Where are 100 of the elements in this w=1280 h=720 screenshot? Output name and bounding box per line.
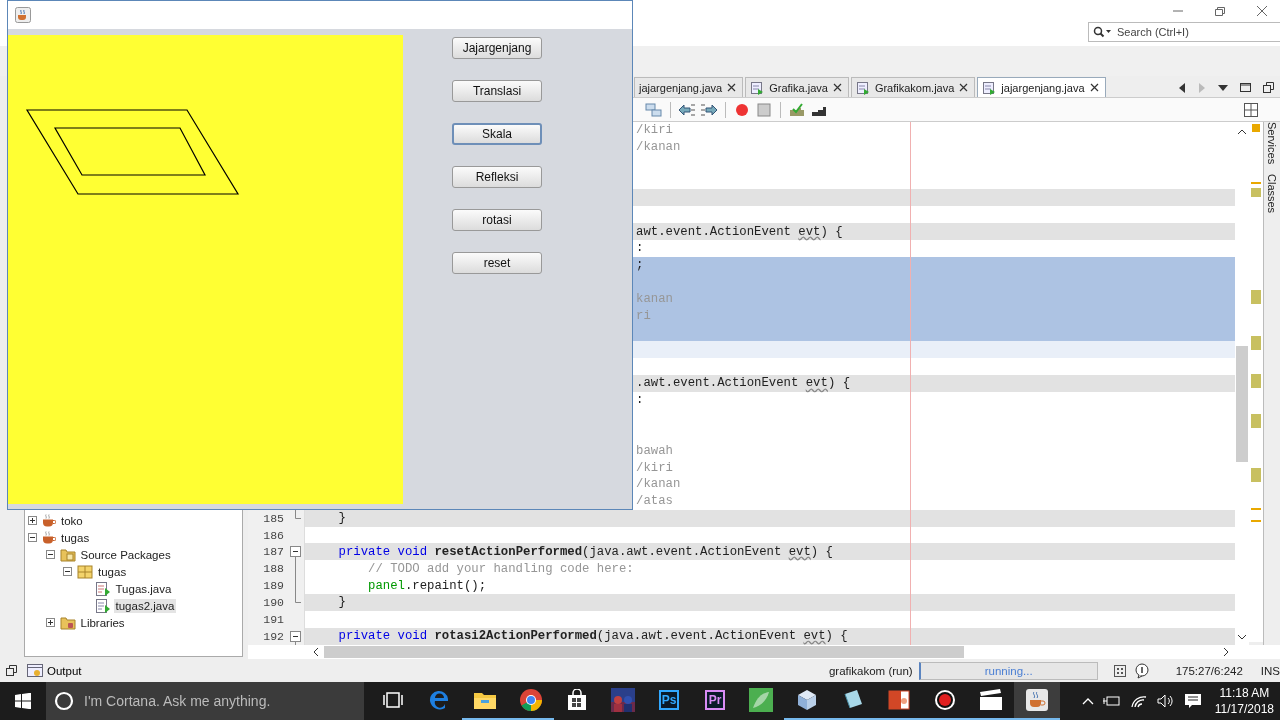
action-button[interactable]: Jajargenjang	[452, 37, 542, 59]
scroll-thumb[interactable]	[1236, 346, 1248, 462]
editor-tab[interactable]: jajargenjang.java	[977, 77, 1106, 97]
close-icon[interactable]	[832, 83, 842, 92]
fold-icon[interactable]	[290, 543, 301, 561]
task-view-icon	[382, 691, 404, 709]
console-icon	[27, 663, 43, 678]
expander-icon[interactable]	[45, 550, 55, 559]
dropdown-icon[interactable]	[1218, 83, 1228, 92]
tree-item[interactable]: tugas	[59, 530, 92, 545]
expander-icon[interactable]	[63, 567, 72, 576]
windows-icon	[15, 693, 31, 709]
clapperboard-icon	[979, 689, 1003, 711]
chevron-up-icon[interactable]	[1081, 697, 1094, 705]
close-icon[interactable]	[959, 83, 969, 92]
side-panel-tab[interactable]: Classes	[1266, 174, 1278, 214]
coffee-cup-icon	[42, 514, 56, 527]
action-button[interactable]: Translasi	[452, 80, 542, 102]
battery-icon[interactable]	[1102, 695, 1121, 707]
tree-item[interactable]: tugas	[96, 564, 129, 579]
scrollbar[interactable]	[248, 645, 1280, 659]
app-tile-icon: Pr	[705, 690, 725, 710]
restore-icon[interactable]	[6, 665, 17, 676]
line-number: 190	[263, 596, 284, 609]
code-line: kanan	[636, 292, 673, 306]
search-field[interactable]: Search (Ctrl+I)	[1088, 22, 1280, 42]
code-line: :	[636, 241, 644, 256]
restore-icon[interactable]	[1263, 82, 1274, 93]
editor-tab[interactable]: Grafikakom.java	[850, 77, 976, 97]
scroll-thumb[interactable]	[324, 646, 964, 658]
folder-icon	[473, 690, 497, 710]
code-line: /kanan	[636, 477, 681, 492]
app-tile-icon: Ps	[659, 690, 679, 710]
status-text: grafikakom (run)	[828, 664, 913, 677]
code-line: // TODO add your handling code here:	[367, 561, 634, 576]
browser-icon	[519, 688, 543, 712]
editor-tab[interactable]: Grafika.java	[745, 77, 849, 97]
expander-icon[interactable]	[45, 618, 55, 627]
volume-icon[interactable]	[1156, 694, 1175, 708]
action-button[interactable]: reset	[452, 252, 542, 274]
tree-item[interactable]: Libraries	[78, 615, 127, 630]
notification-bubble-icon[interactable]	[1133, 662, 1150, 679]
taskbar-button[interactable]: Ps	[646, 682, 692, 720]
action-button[interactable]: rotasi	[452, 209, 542, 231]
close-icon[interactable]	[727, 83, 737, 92]
side-panel-tab[interactable]: Services	[1266, 122, 1278, 165]
line-number: 188	[263, 562, 284, 576]
clock-time: 11:18 AM	[1219, 685, 1270, 701]
wifi-icon[interactable]	[1129, 694, 1148, 708]
code-line: private void rotasi2ActionPerformed(java.awt.event.ActionEvent evt) {	[337, 629, 848, 644]
grid-icon[interactable]	[1113, 664, 1126, 677]
search-icon	[1093, 26, 1111, 38]
package-icon	[77, 564, 93, 579]
java-file-icon	[94, 598, 111, 613]
tree-item[interactable]: Source Packages	[78, 547, 173, 562]
folder-jar-icon	[59, 615, 76, 630]
code-line: ;	[636, 258, 644, 273]
circle-icon	[54, 691, 74, 711]
record-icon	[933, 688, 957, 712]
tree-item[interactable]: Tugas.java	[113, 581, 174, 596]
expander-icon[interactable]	[28, 533, 37, 542]
taskbar-button[interactable]: Pr	[692, 682, 738, 720]
line-number: 185	[263, 511, 284, 525]
folder-icon	[59, 547, 76, 562]
line-number: 189	[263, 579, 284, 593]
action-button[interactable]: Skala	[452, 123, 542, 145]
close-icon[interactable]	[1089, 83, 1099, 92]
caret-position: 175:27/6:242	[1175, 664, 1243, 677]
editor-tab[interactable]: jajargenjang.java	[634, 77, 744, 97]
insert-mode: INS	[1260, 664, 1280, 677]
left-arrow-icon[interactable]	[1178, 82, 1186, 93]
code-line: }	[337, 511, 346, 526]
browser-icon	[427, 688, 451, 712]
search-field[interactable]: I'm Cortana. Ask me anything.	[46, 682, 364, 720]
coffee-cup-icon	[1025, 688, 1049, 712]
close-icon[interactable]	[1256, 5, 1268, 17]
restore-icon[interactable]	[1214, 6, 1226, 16]
coffee-cup-icon	[15, 7, 31, 23]
maximize-icon[interactable]	[1240, 83, 1251, 92]
code-line: }	[337, 595, 346, 610]
code-line: private void resetActionPerformed(java.awt.event.ActionEvent evt) {	[337, 544, 833, 559]
slides-icon	[887, 688, 911, 712]
code-line: .awt.event.ActionEvent evt) {	[636, 376, 850, 391]
tree-item[interactable]: toko	[59, 513, 85, 528]
code-line: ri	[636, 308, 651, 323]
line-number: 191	[263, 612, 284, 626]
notification-icon[interactable]	[1183, 693, 1202, 709]
output-tab[interactable]: Output	[25, 663, 84, 678]
code-line: /atas	[636, 494, 673, 509]
code-line: :	[636, 393, 644, 408]
expander-icon[interactable]	[28, 516, 37, 525]
file-icon	[982, 80, 997, 95]
grid-icon[interactable]	[1244, 102, 1258, 117]
action-button[interactable]: Refleksi	[452, 166, 542, 188]
code-line: awt.event.ActionEvent evt) {	[636, 224, 843, 239]
taskbar-button[interactable]	[1014, 682, 1060, 720]
tree-item[interactable]: tugas2.java	[113, 598, 177, 613]
coffee-cup-icon	[42, 531, 56, 544]
line-number: 187	[263, 545, 284, 559]
toolbar-icon[interactable]	[644, 100, 664, 119]
